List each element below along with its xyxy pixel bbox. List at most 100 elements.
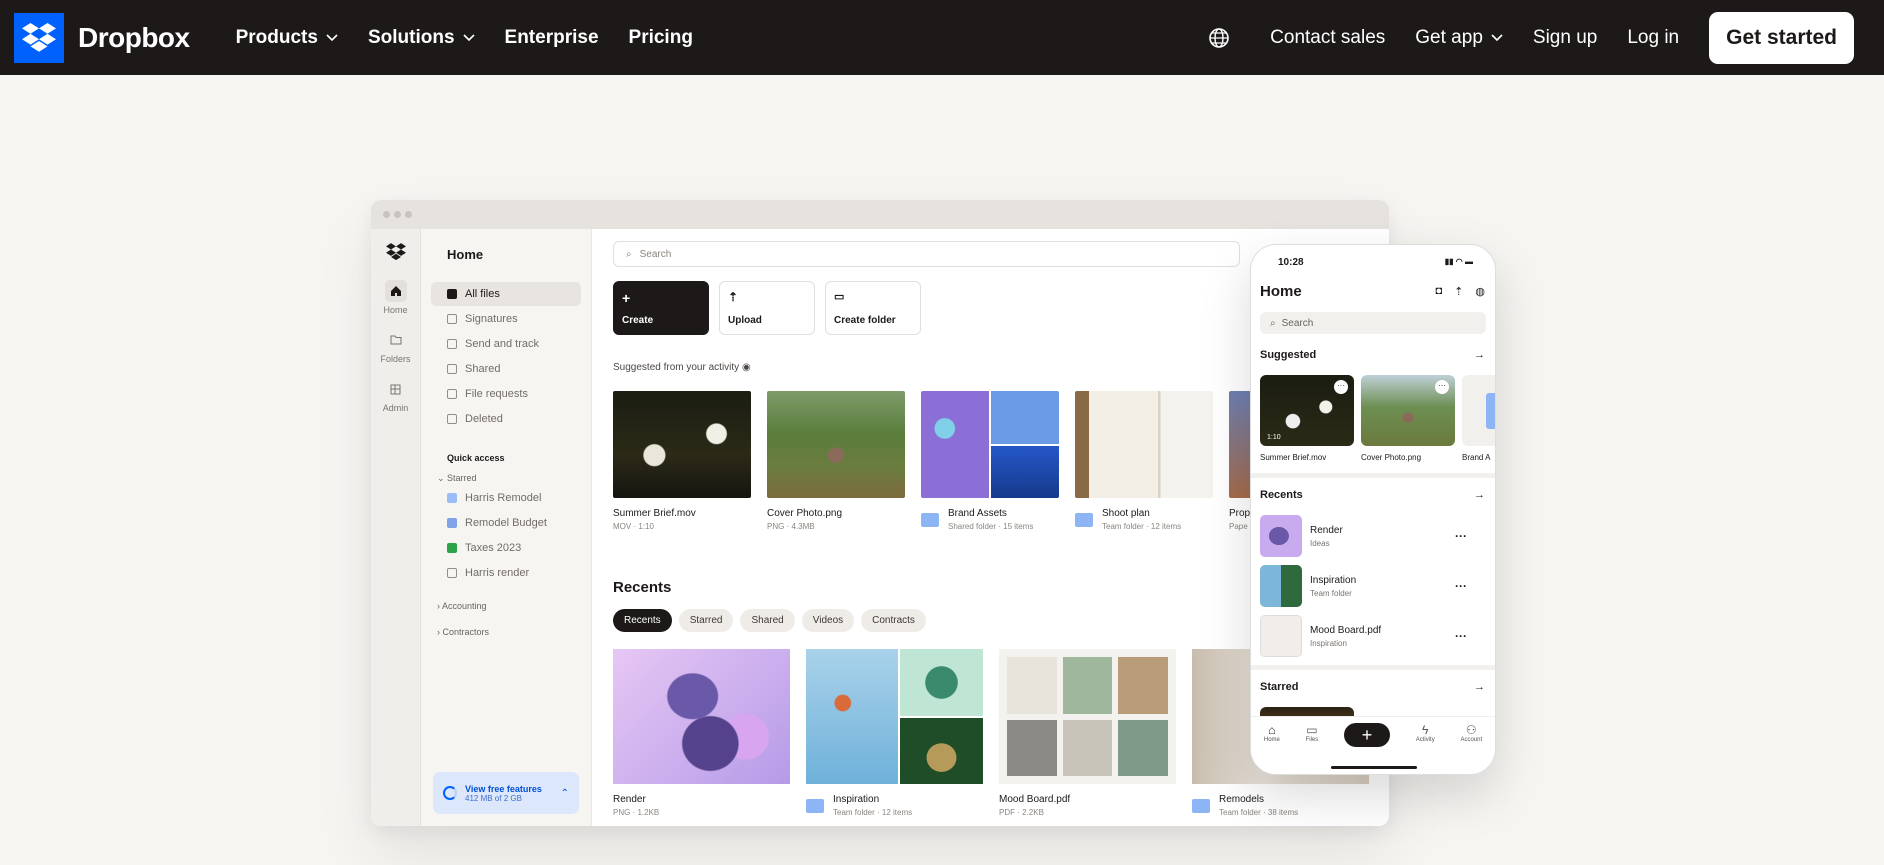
team-folder-icon (1075, 512, 1093, 527)
shared-folder-icon (921, 512, 939, 527)
more-icon[interactable]: ··· (1455, 629, 1467, 643)
shoot-plan-thumbnail (1075, 391, 1213, 498)
accounting-toggle[interactable]: › Accounting (437, 601, 591, 611)
sidebar-item-shared[interactable]: Shared (431, 357, 581, 381)
globe-icon[interactable] (1208, 27, 1230, 49)
mood-board-thumbnail (1260, 615, 1302, 657)
contact-sales-link[interactable]: Contact sales (1270, 27, 1385, 49)
rail-folders[interactable]: Folders (371, 329, 420, 364)
phone-title: Home (1260, 283, 1302, 300)
arrow-right-icon: → (1474, 681, 1485, 693)
tab-home[interactable]: ⌂ Home (1264, 723, 1280, 743)
tab-files-label: Files (1305, 737, 1319, 743)
phone-suggested-label: Suggested (1260, 349, 1317, 361)
more-icon[interactable]: ··· (1334, 380, 1348, 394)
sign-up-link[interactable]: Sign up (1533, 27, 1597, 49)
create-folder-button[interactable]: ▭ Create folder (825, 281, 921, 335)
thumb-tile (921, 391, 989, 498)
phone-search-input[interactable]: ⌕ Search (1260, 312, 1486, 334)
phone-starred-header[interactable]: Starred → (1260, 681, 1485, 693)
rail-folders-label: Folders (380, 354, 411, 364)
storage-ring-icon (443, 786, 457, 800)
phone-card-name: Brand A (1462, 453, 1491, 462)
phone-suggested-card[interactable]: ··· Cover Photo.png (1361, 375, 1455, 462)
more-icon[interactable]: ··· (1455, 529, 1467, 543)
rail-admin[interactable]: Admin (371, 378, 420, 413)
admin-icon (385, 378, 407, 400)
phone-recent-row[interactable]: Render Ideas ··· (1260, 515, 1485, 557)
tab-account-label: Account (1460, 737, 1483, 743)
nav-solutions[interactable]: Solutions (368, 27, 475, 49)
starred-item-label: Taxes 2023 (465, 542, 522, 554)
team-folder-icon (806, 798, 824, 813)
thumb-tile (899, 649, 983, 716)
inspiration-thumbnail (806, 649, 983, 784)
filter-pill-videos[interactable]: Videos (801, 609, 855, 632)
card-name: Remodels (1219, 794, 1265, 805)
rail-home[interactable]: Home (371, 280, 420, 315)
create-button[interactable]: + Create (613, 281, 709, 335)
starred-toggle[interactable]: ⌄ Starred (437, 473, 591, 484)
render-thumbnail (1260, 515, 1302, 557)
tab-activity[interactable]: ϟ Activity (1416, 723, 1435, 743)
chevron-down-icon (1491, 33, 1503, 41)
palette-icon[interactable]: ◍ (1475, 285, 1485, 298)
starred-item[interactable]: Harris render (431, 561, 581, 585)
phone-suggested-card[interactable]: ··· 1:10 Summer Brief.mov (1260, 375, 1354, 462)
filter-pill-contracts[interactable]: Contracts (861, 609, 926, 632)
filter-pill-recents[interactable]: Recents (613, 609, 672, 632)
recent-card[interactable]: Mood Board.pdf PDF · 2.2KB (999, 649, 1176, 817)
suggested-card[interactable]: Cover Photo.png PNG · 4.3MB (767, 391, 905, 531)
thumb-tile (1118, 719, 1168, 776)
filter-pill-starred[interactable]: Starred (678, 609, 734, 632)
suggested-card[interactable]: Brand Assets Shared folder · 15 items (921, 391, 1059, 531)
sidebar-item-all-files[interactable]: All files (431, 282, 581, 306)
starred-item[interactable]: Remodel Budget (431, 511, 581, 535)
nav-products[interactable]: Products (236, 27, 338, 49)
swan-photo-thumbnail (613, 391, 751, 498)
upload-icon[interactable]: ⇡ (1454, 285, 1463, 298)
phone-recent-row[interactable]: Mood Board.pdf Inspiration ··· (1260, 615, 1485, 657)
nav-solutions-label: Solutions (367, 26, 455, 48)
desktop-app-mockup: Home Folders Admin Home All files Signat… (371, 200, 1389, 826)
storage-meta: 412 MB of 2 GB (465, 793, 522, 803)
get-app-menu[interactable]: Get app (1415, 27, 1503, 49)
search-input[interactable]: ⌕ Search (613, 241, 1240, 267)
nav-enterprise[interactable]: Enterprise (505, 27, 599, 49)
card-meta: MOV · 1:10 (613, 522, 654, 531)
phone-suggested-header[interactable]: Suggested → (1260, 349, 1485, 361)
recent-card[interactable]: Inspiration Team folder · 12 items (806, 649, 983, 817)
storage-widget[interactable]: View free features 412 MB of 2 GB ⌃ (433, 772, 579, 814)
accounting-label: Accounting (442, 601, 487, 611)
suggested-card[interactable]: Summer Brief.mov MOV · 1:10 (613, 391, 751, 531)
starred-item[interactable]: Taxes 2023 (431, 536, 581, 560)
phone-recents-header[interactable]: Recents → (1260, 489, 1485, 501)
sidebar-item-label: Deleted (465, 413, 503, 425)
sidebar-item-deleted[interactable]: Deleted (431, 407, 581, 431)
phone-recents-label: Recents (1260, 489, 1303, 501)
tab-account[interactable]: ⚇ Account (1460, 723, 1482, 743)
team-folder-icon (1192, 798, 1210, 813)
phone-recent-row[interactable]: Inspiration Team folder ··· (1260, 565, 1485, 607)
sidebar-item-send-and-track[interactable]: Send and track (431, 332, 581, 356)
upload-button[interactable]: ⇡ Upload (719, 281, 815, 335)
dropbox-logo[interactable]: Dropbox (14, 12, 190, 63)
contractors-toggle[interactable]: › Contractors (437, 627, 591, 637)
home-icon: ⌂ (1268, 723, 1276, 737)
add-button[interactable]: + (1343, 723, 1390, 747)
more-icon[interactable]: ··· (1455, 579, 1467, 593)
nav-pricing[interactable]: Pricing (629, 27, 693, 49)
camera-icon[interactable]: ◘ (1436, 285, 1443, 298)
sidebar-item-file-requests[interactable]: File requests (431, 382, 581, 406)
more-icon[interactable]: ··· (1435, 380, 1449, 394)
filter-pill-shared[interactable]: Shared (740, 609, 795, 632)
window-dot (394, 211, 401, 218)
suggested-card[interactable]: Shoot plan Team folder · 12 items (1075, 391, 1213, 531)
sidebar-item-signatures[interactable]: Signatures (431, 307, 581, 331)
get-started-button[interactable]: Get started (1709, 11, 1854, 64)
starred-item[interactable]: Harris Remodel (431, 486, 581, 510)
phone-suggested-card[interactable]: Brand A (1462, 375, 1495, 462)
recent-card[interactable]: Render PNG · 1.2KB (613, 649, 790, 817)
tab-files[interactable]: ▭ Files (1306, 723, 1319, 743)
log-in-link[interactable]: Log in (1627, 27, 1679, 49)
